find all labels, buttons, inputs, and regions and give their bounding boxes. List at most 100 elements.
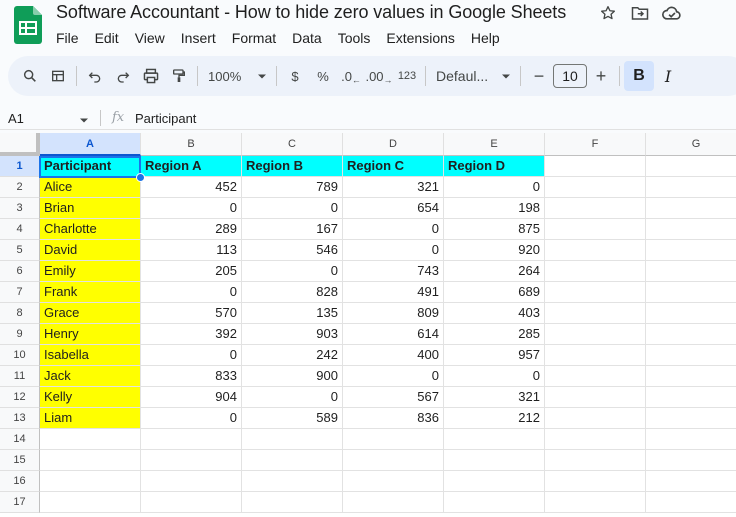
column-header-b[interactable]: B [141,133,242,156]
value-cell[interactable]: 589 [242,408,343,429]
cell-f3[interactable] [545,198,646,219]
cell-g9[interactable] [646,324,736,345]
cell-g2[interactable] [646,177,736,198]
search-menus-icon[interactable] [16,62,44,90]
cell-g6[interactable] [646,261,736,282]
participant-cell[interactable]: Jack [40,366,141,387]
cell-f2[interactable] [545,177,646,198]
cell-d14[interactable] [343,429,444,450]
cell-f10[interactable] [545,345,646,366]
cell-b14[interactable] [141,429,242,450]
zoom-select[interactable]: 100% [202,62,272,90]
value-cell[interactable]: 0 [444,177,545,198]
value-cell[interactable]: 875 [444,219,545,240]
menu-file[interactable]: File [48,28,87,48]
value-cell[interactable]: 205 [141,261,242,282]
header-cell-d[interactable]: Region C [343,156,444,177]
menu-tools[interactable]: Tools [330,28,379,48]
value-cell[interactable]: 809 [343,303,444,324]
cell-f5[interactable] [545,240,646,261]
menu-edit[interactable]: Edit [87,28,127,48]
cell-a14[interactable] [40,429,141,450]
value-cell[interactable]: 789 [242,177,343,198]
formula-input[interactable]: Participant [135,111,196,126]
cell-a16[interactable] [40,471,141,492]
row-header-6[interactable]: 6 [0,261,40,282]
cell-e15[interactable] [444,450,545,471]
participant-cell[interactable]: Isabella [40,345,141,366]
row-header-10[interactable]: 10 [0,345,40,366]
row-header-5[interactable]: 5 [0,240,40,261]
cell-e16[interactable] [444,471,545,492]
value-cell[interactable]: 242 [242,345,343,366]
column-header-g[interactable]: G [646,133,736,156]
value-cell[interactable]: 828 [242,282,343,303]
cell-f11[interactable] [545,366,646,387]
cell-f1[interactable] [545,156,646,177]
value-cell[interactable]: 167 [242,219,343,240]
value-cell[interactable]: 452 [141,177,242,198]
cell-f6[interactable] [545,261,646,282]
italic-button[interactable]: I [654,62,682,90]
row-header-16[interactable]: 16 [0,471,40,492]
value-cell[interactable]: 957 [444,345,545,366]
value-cell[interactable]: 0 [242,261,343,282]
participant-cell[interactable]: David [40,240,141,261]
cell-d16[interactable] [343,471,444,492]
cell-a17[interactable] [40,492,141,513]
row-header-4[interactable]: 4 [0,219,40,240]
value-cell[interactable]: 0 [242,198,343,219]
value-cell[interactable]: 392 [141,324,242,345]
value-cell[interactable]: 0 [444,366,545,387]
cell-d17[interactable] [343,492,444,513]
cell-g3[interactable] [646,198,736,219]
value-cell[interactable]: 0 [343,240,444,261]
redo-icon[interactable] [109,62,137,90]
column-header-d[interactable]: D [343,133,444,156]
cell-g13[interactable] [646,408,736,429]
paint-format-icon[interactable] [165,62,193,90]
value-cell[interactable]: 567 [343,387,444,408]
number-format-button[interactable]: 123 [393,62,421,90]
value-cell[interactable]: 836 [343,408,444,429]
participant-cell[interactable]: Alice [40,177,141,198]
cell-g12[interactable] [646,387,736,408]
value-cell[interactable]: 903 [242,324,343,345]
value-cell[interactable]: 0 [343,219,444,240]
value-cell[interactable]: 904 [141,387,242,408]
participant-cell[interactable]: Liam [40,408,141,429]
cell-g16[interactable] [646,471,736,492]
cell-g5[interactable] [646,240,736,261]
cell-f9[interactable] [545,324,646,345]
row-header-13[interactable]: 13 [0,408,40,429]
value-cell[interactable]: 743 [343,261,444,282]
cell-f14[interactable] [545,429,646,450]
value-cell[interactable]: 833 [141,366,242,387]
header-cell-a[interactable]: Participant [40,156,141,177]
bold-button[interactable]: B [624,61,654,91]
cell-g10[interactable] [646,345,736,366]
value-cell[interactable]: 689 [444,282,545,303]
percent-format-button[interactable]: % [309,62,337,90]
move-to-folder-icon[interactable] [630,3,650,23]
print-icon[interactable] [137,62,165,90]
row-header-9[interactable]: 9 [0,324,40,345]
value-cell[interactable]: 920 [444,240,545,261]
value-cell[interactable]: 321 [444,387,545,408]
star-icon[interactable] [598,3,618,23]
decrease-font-size-button[interactable]: − [525,62,553,90]
participant-cell[interactable]: Grace [40,303,141,324]
cell-f4[interactable] [545,219,646,240]
cell-f15[interactable] [545,450,646,471]
value-cell[interactable]: 264 [444,261,545,282]
value-cell[interactable]: 491 [343,282,444,303]
cell-g11[interactable] [646,366,736,387]
cell-g14[interactable] [646,429,736,450]
row-header-12[interactable]: 12 [0,387,40,408]
templates-icon[interactable] [44,62,72,90]
header-cell-b[interactable]: Region A [141,156,242,177]
increase-font-size-button[interactable]: + [587,62,615,90]
column-header-c[interactable]: C [242,133,343,156]
document-title[interactable]: Software Accountant - How to hide zero v… [56,2,566,23]
column-header-a[interactable]: A [40,133,141,156]
